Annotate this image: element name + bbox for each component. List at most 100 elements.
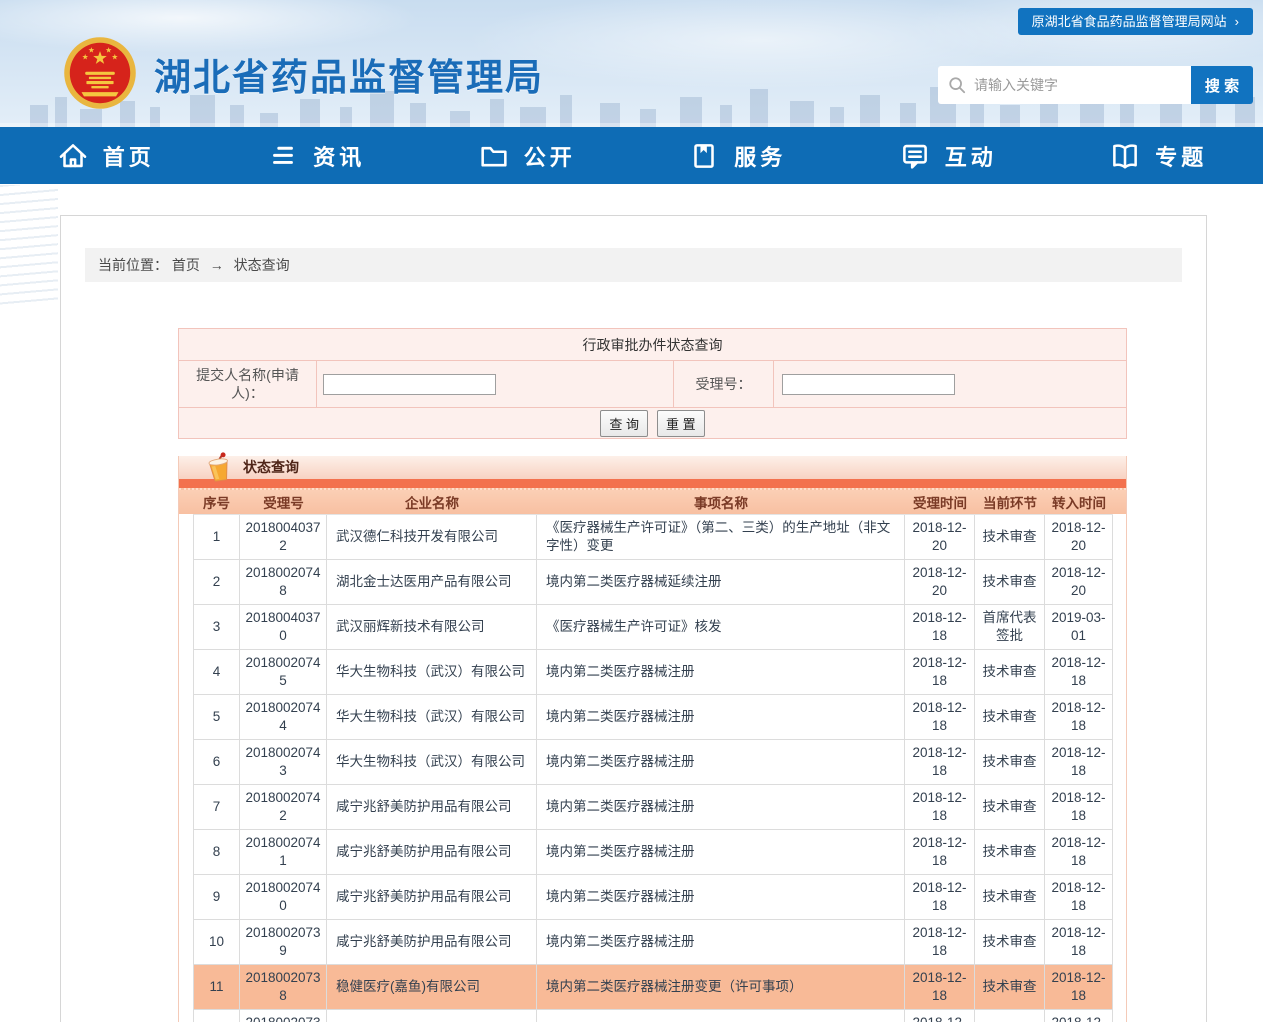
cell-seq: 3 [194,605,240,650]
status-section-header: 状态查询 [179,456,1126,479]
col-header-transfer-time: 转入时间 [1045,490,1113,514]
cell-stage: 技术审查 [975,740,1045,785]
breadcrumb-home-link[interactable]: 首页 [172,257,200,273]
col-header-accept-no: 受理号 [240,490,327,514]
nav-item-topics[interactable]: 专题 [1053,127,1263,184]
table-row[interactable]: 6 20180020743 华大生物科技（武汉）有限公司 境内第二类医疗器械注册… [194,740,1113,785]
cell-matter: 境内第二类医疗器械注册变更（许可事项） [537,965,905,1010]
cell-transfer-time: 2018-12-18 [1045,650,1113,695]
cell-company: 咸宁兆舒美防护用品有限公司 [327,920,537,965]
nav-item-news[interactable]: 资讯 [211,127,422,184]
breadcrumb: 当前位置： 首页 → 状态查询 [85,248,1182,282]
cell-seq: 7 [194,785,240,830]
cell-stage: 首席代表签批 [975,605,1045,650]
table-row[interactable]: 5 20180020744 华大生物科技（武汉）有限公司 境内第二类医疗器械注册… [194,695,1113,740]
search-icon [948,76,966,94]
breadcrumb-prefix: 当前位置： [98,257,168,273]
cell-stage: 技术审查 [975,785,1045,830]
table-row[interactable]: 9 20180020740 咸宁兆舒美防护用品有限公司 境内第二类医疗器械注册 … [194,875,1113,920]
cell-accept-no: 20180020745 [240,650,327,695]
status-result-section: 状态查询 序号 受理号 企业名称 事项名称 受理时间 当前环节 转入时间 1 2… [178,456,1127,1022]
col-header-matter: 事项名称 [537,490,905,514]
nav-item-interact[interactable]: 互动 [842,127,1053,184]
table-row[interactable]: 4 20180020745 华大生物科技（武汉）有限公司 境内第二类医疗器械注册… [194,650,1113,695]
cell-company: 华大生物科技（武汉）有限公司 [327,650,537,695]
search-input-box [938,66,1191,104]
cell-accept-no: 20180020740 [240,875,327,920]
cell-accept-time: 2018-12-18 [905,605,975,650]
nav-label: 公开 [524,140,576,172]
cell-seq: 11 [194,965,240,1010]
table-row[interactable]: 7 20180020742 咸宁兆舒美防护用品有限公司 境内第二类医疗器械注册 … [194,785,1113,830]
orange-divider-bar [179,479,1126,488]
nav-label: 专题 [1155,140,1207,172]
breadcrumb-current[interactable]: 状态查询 [234,257,290,273]
cell-matter: 境内第二类医疗器械注册 [537,785,905,830]
cell-stage: 技术审查 [975,965,1045,1010]
nav-item-public[interactable]: 公开 [421,127,632,184]
cell-stage: 技术审查 [975,560,1045,605]
cell-company: 武汉中科科理光电技术有限公司 [327,1010,537,1022]
cell-stage: 技术审查 [975,1010,1045,1022]
search-input[interactable] [974,77,1183,93]
cell-accept-time: 2018-12-18 [905,785,975,830]
cell-transfer-time: 2018-12-18 [1045,785,1113,830]
table-row[interactable]: 8 20180020741 咸宁兆舒美防护用品有限公司 境内第二类医疗器械注册 … [194,830,1113,875]
cell-matter: 境内第二类医疗器械注册 [537,1010,905,1022]
folder-icon [477,139,511,173]
query-button[interactable]: 查 询 [600,410,648,437]
cell-matter: 境内第二类医疗器械注册 [537,875,905,920]
acceptance-no-input[interactable] [782,374,955,395]
query-form-fields: 提交人名称(申请人)： 受理号： [179,361,1126,407]
cell-seq: 12 [194,1010,240,1022]
applicant-input[interactable] [323,374,496,395]
cell-seq: 4 [194,650,240,695]
cell-transfer-time: 2018-12-18 [1045,830,1113,875]
applicant-label: 提交人名称(申请人)： [189,366,306,402]
cell-accept-time: 2018-12-18 [905,1010,975,1022]
cell-company: 华大生物科技（武汉）有限公司 [327,695,537,740]
chevron-right-icon: › [1235,14,1239,29]
cell-accept-no: 20180040370 [240,605,327,650]
cell-transfer-time: 2019-03-01 [1045,605,1113,650]
table-row[interactable]: 2 20180020748 湖北金士达医用产品有限公司 境内第二类医疗器械延续注… [194,560,1113,605]
cell-accept-time: 2018-12-18 [905,875,975,920]
cell-seq: 9 [194,875,240,920]
cell-accept-time: 2018-12-18 [905,650,975,695]
nav-label: 资讯 [313,140,365,172]
cell-seq: 10 [194,920,240,965]
cell-accept-time: 2018-12-18 [905,965,975,1010]
cell-accept-no: 20180040372 [240,515,327,560]
cell-accept-no: 20180020742 [240,785,327,830]
cell-seq: 5 [194,695,240,740]
breadcrumb-arrow-icon: → [210,257,224,273]
cell-company: 咸宁兆舒美防护用品有限公司 [327,785,537,830]
table-row[interactable]: 10 20180020739 咸宁兆舒美防护用品有限公司 境内第二类医疗器械注册… [194,920,1113,965]
cell-company: 咸宁兆舒美防护用品有限公司 [327,875,537,920]
search-button[interactable]: 搜 索 [1191,66,1253,104]
cell-company: 咸宁兆舒美防护用品有限公司 [327,830,537,875]
table-row[interactable]: 1 20180040372 武汉德仁科技开发有限公司 《医疗器械生产许可证》（第… [194,515,1113,560]
cell-company: 稳健医疗(嘉鱼)有限公司 [327,965,537,1010]
national-emblem-logo [63,36,137,110]
table-row[interactable]: 3 20180040370 武汉丽辉新技术有限公司 《医疗器械生产许可证》核发 … [194,605,1113,650]
acceptance-input-cell [774,361,1126,407]
nav-label: 互动 [945,140,997,172]
nav-item-service[interactable]: 服务 [632,127,843,184]
cell-accept-time: 2018-12-18 [905,695,975,740]
service-book-icon [687,139,721,173]
home-icon [56,139,90,173]
nav-item-home[interactable]: 首页 [0,127,211,184]
content-card: 当前位置： 首页 → 状态查询 行政审批办件状态查询 提交人名称(申请人)： 受… [60,215,1207,1022]
cell-transfer-time: 2018-12-20 [1045,515,1113,560]
main-nav: 首页 资讯 公开 服务 [0,127,1263,184]
table-row[interactable]: 11 20180020738 稳健医疗(嘉鱼)有限公司 境内第二类医疗器械注册变… [194,965,1113,1010]
cell-stage: 技术审查 [975,650,1045,695]
old-site-link[interactable]: 原湖北省食品药品监督管理局网站› [1018,8,1253,35]
cell-accept-no: 20180020737 [240,1010,327,1022]
cell-seq: 1 [194,515,240,560]
cell-stage: 技术审查 [975,920,1045,965]
table-row[interactable]: 12 20180020737 武汉中科科理光电技术有限公司 境内第二类医疗器械注… [194,1010,1113,1022]
cell-transfer-time: 2018-12-18 [1045,1010,1113,1022]
reset-button[interactable]: 重 置 [657,410,705,437]
